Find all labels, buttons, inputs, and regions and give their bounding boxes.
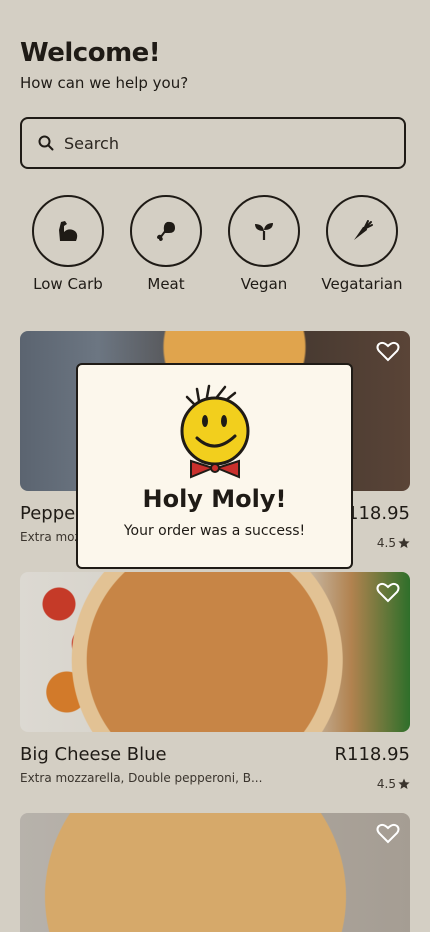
modal-title: Holy Moly!	[142, 485, 287, 513]
category-label: Meat	[147, 275, 185, 293]
category-circle[interactable]	[228, 195, 300, 267]
page-subtitle: How can we help you?	[20, 74, 189, 92]
product-image[interactable]	[20, 572, 410, 732]
product-rating: 4.5	[377, 536, 410, 550]
page-title: Welcome!	[20, 38, 161, 68]
heart-icon[interactable]	[376, 340, 400, 362]
order-success-modal: Holy Moly! Your order was a success!	[76, 363, 353, 569]
category-low-carb[interactable]: Low Carb	[20, 195, 116, 293]
category-circle[interactable]	[130, 195, 202, 267]
product-rating: 4.5	[377, 777, 410, 791]
search-bar[interactable]	[20, 117, 406, 169]
product-name: Big Cheese Blue	[20, 744, 167, 765]
category-label: Vegatarian	[321, 275, 403, 293]
heart-icon[interactable]	[376, 822, 400, 844]
carrot-icon	[354, 220, 373, 240]
product-description: Extra moz	[20, 530, 81, 544]
product-description: Extra mozzarella, Double pepperoni, B...	[20, 771, 263, 785]
product-card[interactable]	[20, 813, 410, 932]
modal-message: Your order was a success!	[123, 523, 306, 539]
product-image[interactable]	[20, 813, 410, 932]
category-label: Low Carb	[33, 275, 103, 293]
star-icon	[398, 537, 410, 548]
product-card[interactable]: Big Cheese Blue R118.95 Extra mozzarella…	[20, 572, 410, 791]
smiley-mascot-icon	[180, 384, 249, 479]
rating-value: 4.5	[376, 777, 396, 791]
star-icon	[398, 778, 410, 789]
heart-icon[interactable]	[376, 581, 400, 603]
category-circle[interactable]	[326, 195, 398, 267]
sprout-icon	[255, 223, 273, 240]
category-meat[interactable]: Meat	[118, 195, 214, 293]
product-price: R118.95	[334, 744, 411, 765]
category-list: Low Carb Meat Vegan Vegatarian	[20, 195, 410, 293]
muscle-icon	[59, 221, 78, 241]
category-circle[interactable]	[32, 195, 104, 267]
category-vegetarian[interactable]: Vegatarian	[314, 195, 410, 293]
product-name: Pepper	[20, 503, 83, 524]
header: Welcome! How can we help you?	[20, 38, 188, 92]
rating-value: 4.5	[376, 536, 396, 550]
search-input[interactable]	[62, 132, 366, 154]
search-icon	[38, 135, 54, 151]
category-vegan[interactable]: Vegan	[216, 195, 312, 293]
meat-drumstick-icon	[157, 221, 175, 241]
category-label: Vegan	[240, 275, 288, 293]
